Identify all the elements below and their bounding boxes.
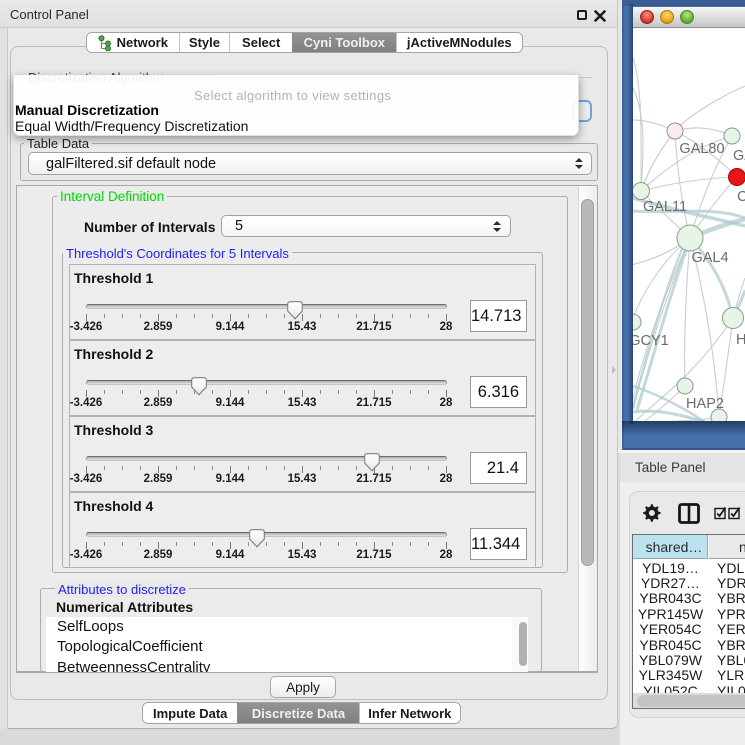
svg-text:H: H — [736, 332, 745, 348]
svg-text:HAP2: HAP2 — [686, 396, 724, 412]
svg-text:GAL80: GAL80 — [679, 141, 724, 157]
svg-text:C: C — [737, 189, 745, 205]
svg-text:GCY1: GCY1 — [633, 333, 669, 349]
svg-text:GAL11: GAL11 — [643, 199, 687, 215]
svg-text:GAL4: GAL4 — [691, 250, 728, 266]
svg-text:GA: GA — [733, 148, 745, 164]
